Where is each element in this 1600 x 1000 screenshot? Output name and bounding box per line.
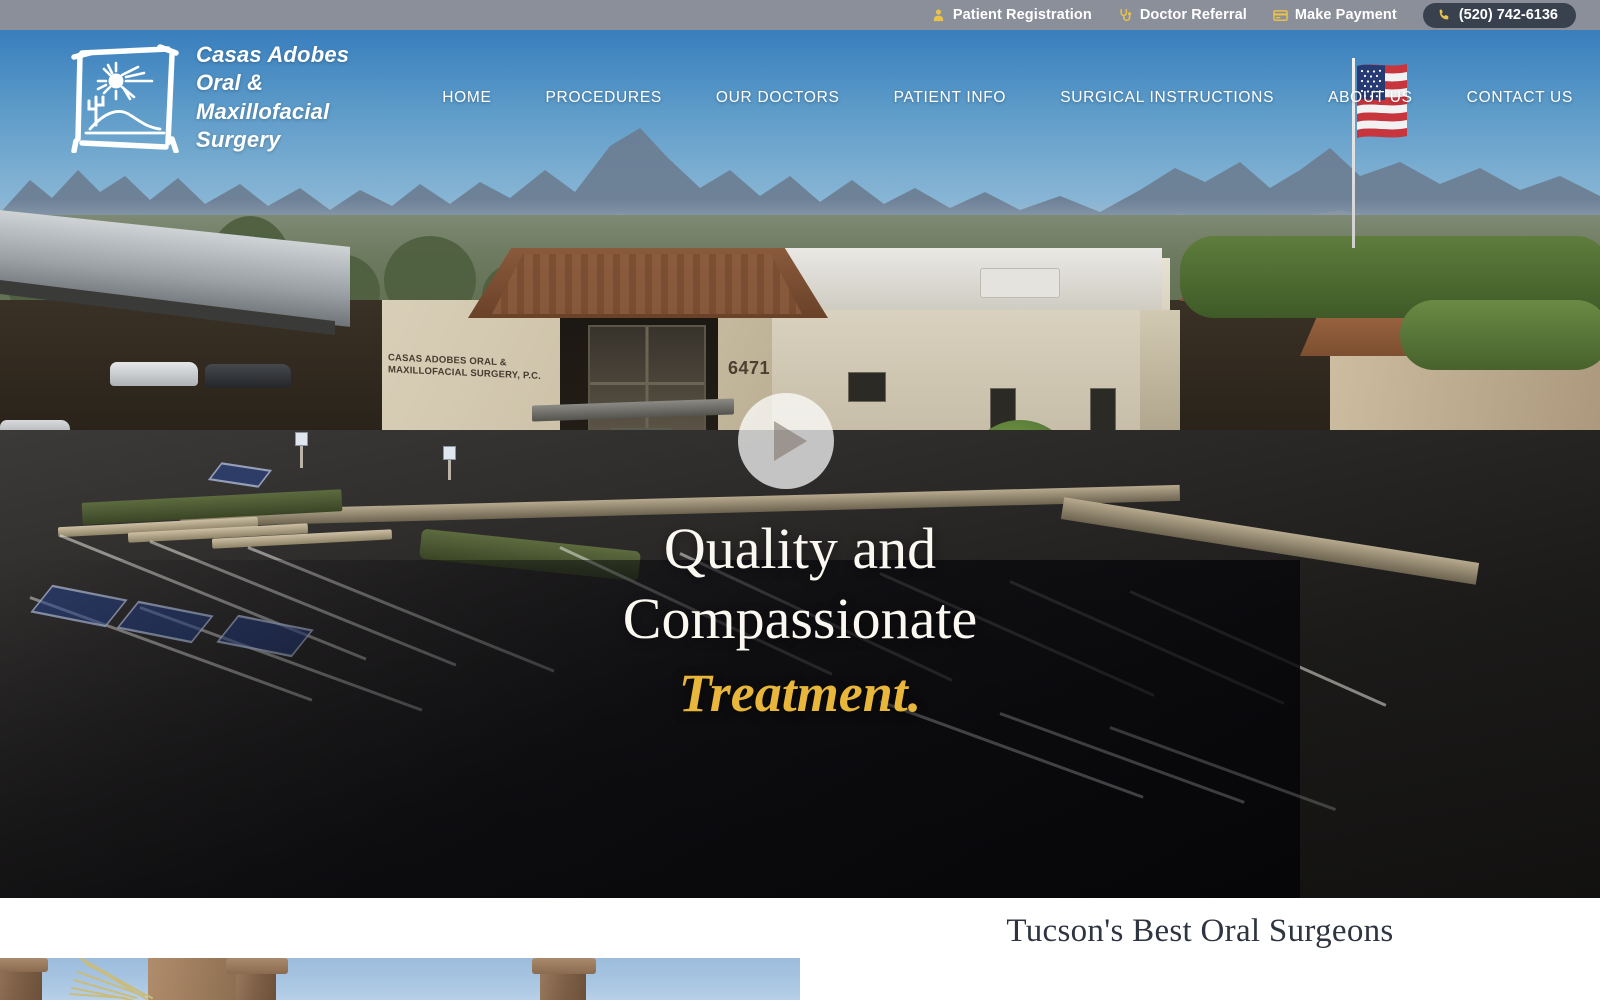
phone-button[interactable]: (520) 742-6136: [1422, 2, 1576, 28]
nav-item-about-us[interactable]: ABOUT US: [1301, 89, 1440, 107]
phone-number-label: (520) 742-6136: [1458, 6, 1558, 23]
patient-registration-link[interactable]: Patient Registration: [931, 7, 1092, 23]
section-title: Tucson's Best Oral Surgeons: [1006, 913, 1394, 949]
parked-car: [205, 364, 291, 388]
column-capital: [226, 958, 288, 974]
nav-item-surgical-instructions[interactable]: SURGICAL INSTRUCTIONS: [1033, 89, 1301, 107]
desert-sun-cactus-logo-icon: [71, 43, 179, 153]
person-icon: [933, 8, 943, 21]
site-logo-text: Casas Adobes Oral & Maxillofacial Surger…: [196, 42, 350, 152]
site-header: Casas Adobes Oral & Maxillofacial Surger…: [0, 30, 1600, 165]
nav-item-procedures[interactable]: PROCEDURES: [519, 89, 689, 107]
nav-item-contact-us[interactable]: CONTACT US: [1440, 89, 1600, 107]
patient-registration-label: Patient Registration: [952, 7, 1092, 23]
parked-car: [110, 362, 198, 386]
stethoscope-icon: [1120, 8, 1132, 21]
doctor-referral-link[interactable]: Doctor Referral: [1118, 7, 1247, 23]
building-window: [848, 372, 886, 402]
make-payment-link[interactable]: Make Payment: [1273, 7, 1397, 23]
building-columns-photo: [0, 958, 800, 1000]
roof-hvac-unit: [980, 268, 1060, 298]
parking-sign: [443, 446, 456, 460]
column-capital: [532, 958, 596, 974]
play-icon: [774, 421, 807, 461]
entry-glass: [588, 325, 706, 443]
hedge: [1400, 300, 1600, 370]
phone-icon: [1439, 8, 1449, 19]
utility-top-bar: Patient Registration Doctor Referral Mak…: [0, 0, 1600, 30]
main-navigation: HOME PROCEDURES OUR DOCTORS PATIENT INFO…: [415, 89, 1600, 107]
flat-roof: [762, 248, 1162, 310]
video-play-button[interactable]: [738, 393, 834, 489]
palm-frond-icon: [69, 958, 153, 1000]
make-payment-label: Make Payment: [1294, 7, 1397, 23]
building-address-number: 6471: [728, 358, 771, 378]
parking-sign: [295, 432, 308, 446]
lot-shadow: [0, 560, 1300, 898]
nav-item-patient-info[interactable]: PATIENT INFO: [867, 89, 1034, 107]
nav-item-home[interactable]: HOME: [415, 89, 518, 107]
tile-roof-texture: [492, 254, 802, 314]
column-capital: [0, 958, 48, 972]
doctor-referral-label: Doctor Referral: [1139, 7, 1247, 23]
site-logo[interactable]: Casas Adobes Oral & Maxillofacial Surger…: [68, 41, 349, 154]
nav-item-our-doctors[interactable]: OUR DOCTORS: [689, 89, 867, 107]
credit-card-icon: [1273, 9, 1288, 21]
